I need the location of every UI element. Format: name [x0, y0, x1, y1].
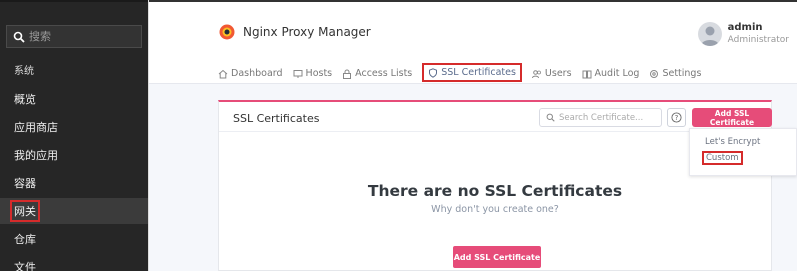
- add-ssl-certificate-button[interactable]: Add SSL Certificate: [692, 108, 772, 127]
- sidebar-system-label: 系统: [14, 65, 34, 77]
- sidebar-item-label: 仓库: [14, 233, 36, 246]
- sidebar: 系统 概览 应用商店 我的应用 容器 网关 仓库 文件: [0, 0, 148, 271]
- nav-dashboard[interactable]: Dashboard: [218, 68, 283, 79]
- nav-hosts[interactable]: Hosts: [293, 68, 333, 79]
- nav-hosts-label: Hosts: [305, 68, 333, 79]
- dropdown-item-custom[interactable]: Custom: [702, 151, 743, 165]
- sidebar-item-containers[interactable]: 容器: [0, 170, 148, 196]
- nav-audit-log-label: Audit Log: [594, 68, 640, 79]
- nav-dashboard-label: Dashboard: [231, 68, 283, 79]
- nav-ssl-certificates[interactable]: SSL Certificates: [422, 63, 522, 82]
- empty-state-add-button[interactable]: Add SSL Certificate: [453, 246, 541, 268]
- sidebar-item-label: 概览: [14, 93, 36, 106]
- sidebar-section-system[interactable]: 系统: [0, 56, 148, 82]
- shield-icon: [428, 67, 438, 78]
- sidebar-item-overview[interactable]: 概览: [0, 86, 148, 112]
- sidebar-item-app-store[interactable]: 应用商店: [0, 114, 148, 140]
- book-icon: [582, 69, 592, 79]
- nav-ssl-certificates-label: SSL Certificates: [441, 67, 516, 78]
- card-title: SSL Certificates: [233, 112, 320, 125]
- monitor-icon: [293, 69, 303, 79]
- nav-access-lists-label: Access Lists: [355, 68, 413, 79]
- lock-icon: [342, 69, 352, 79]
- sidebar-item-repository[interactable]: 仓库: [0, 226, 148, 252]
- sidebar-search[interactable]: [6, 25, 142, 48]
- sidebar-item-my-apps[interactable]: 我的应用: [0, 142, 148, 168]
- certificate-search-input[interactable]: [559, 112, 654, 123]
- certificate-search[interactable]: [539, 108, 662, 127]
- add-certificate-dropdown: Let's Encrypt Custom: [689, 128, 797, 176]
- sidebar-item-gateway[interactable]: 网关: [0, 198, 148, 224]
- sidebar-item-label: 网关: [10, 200, 40, 222]
- sidebar-item-label: 应用商店: [14, 121, 58, 134]
- nav-audit-log[interactable]: Audit Log: [582, 68, 640, 79]
- user-menu[interactable]: admin Administrator: [697, 22, 789, 46]
- home-icon: [218, 69, 228, 79]
- app-title: Nginx Proxy Manager: [243, 25, 371, 39]
- empty-state-subtitle: Why don't you create one?: [431, 204, 559, 215]
- nav-users-label: Users: [544, 68, 572, 79]
- search-icon: [546, 113, 555, 122]
- search-icon: [13, 31, 25, 43]
- svg-text:?: ?: [675, 114, 679, 122]
- app-header: Nginx Proxy Manager admin Administrator …: [149, 0, 797, 84]
- sidebar-item-files[interactable]: 文件: [0, 254, 148, 271]
- nginx-proxy-manager-logo-icon: [219, 24, 235, 40]
- dropdown-item-lets-encrypt[interactable]: Let's Encrypt: [705, 137, 760, 147]
- help-icon: ?: [671, 112, 682, 123]
- ssl-certificates-card: SSL Certificates ? Add SSL Certificate T…: [218, 100, 772, 271]
- nav-settings[interactable]: Settings: [649, 68, 701, 79]
- empty-state-title: There are no SSL Certificates: [367, 182, 623, 200]
- users-icon: [531, 69, 542, 79]
- main-nav: Dashboard Hosts Access Lists SSL Certifi…: [218, 63, 701, 82]
- help-button[interactable]: ?: [667, 108, 686, 127]
- sidebar-search-input[interactable]: [29, 30, 129, 43]
- nav-users[interactable]: Users: [531, 68, 572, 79]
- avatar[interactable]: [697, 22, 722, 46]
- sidebar-item-label: 容器: [14, 177, 36, 190]
- user-name: admin: [727, 22, 763, 33]
- nav-access-lists[interactable]: Access Lists: [342, 68, 412, 79]
- gear-icon: [649, 69, 659, 79]
- nav-settings-label: Settings: [662, 68, 702, 79]
- sidebar-item-label: 我的应用: [14, 149, 58, 162]
- user-role: Administrator: [727, 35, 789, 45]
- main-content: SSL Certificates ? Add SSL Certificate T…: [149, 85, 797, 271]
- sidebar-item-label: 文件: [14, 261, 36, 271]
